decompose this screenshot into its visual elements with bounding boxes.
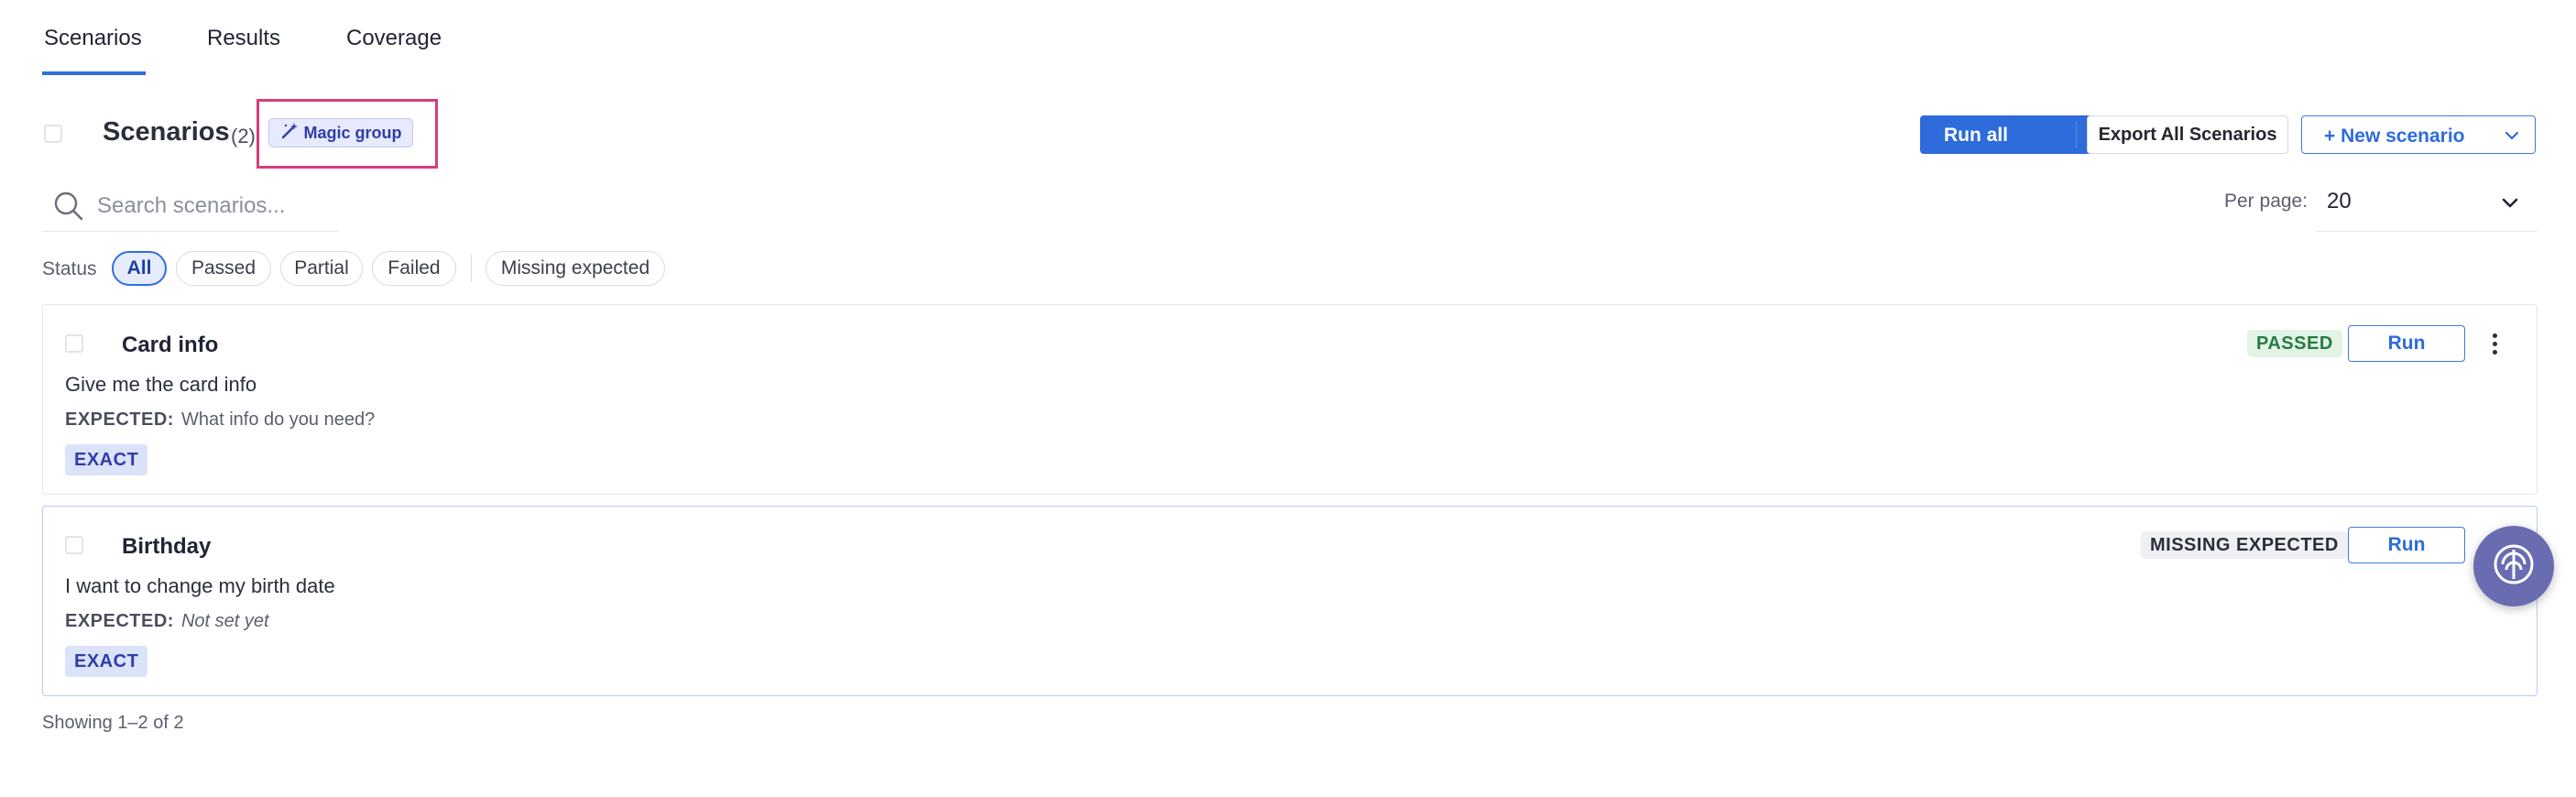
scenario-expected: EXPECTED: Not set yet: [65, 611, 269, 632]
tab-results[interactable]: Results: [207, 26, 280, 51]
active-tab-indicator: [42, 71, 146, 75]
filter-chip-partial[interactable]: Partial: [280, 251, 363, 286]
expected-key: EXPECTED:: [65, 611, 174, 631]
filter-chip-missing-expected[interactable]: Missing expected: [486, 251, 665, 286]
select-all-checkbox[interactable]: [44, 125, 62, 143]
scenario-count: (2): [231, 125, 256, 147]
scenario-title: Birthday: [122, 534, 212, 559]
expected-value: Not set yet: [180, 611, 269, 631]
expected-key: EXPECTED:: [65, 409, 174, 430]
per-page-value: 20: [2327, 189, 2352, 213]
filter-divider: [471, 255, 472, 282]
status-badge: MISSING EXPECTED: [2141, 531, 2348, 559]
support-chat-button[interactable]: [2473, 526, 2554, 606]
scenario-card[interactable]: Card info Give me the card info EXPECTED…: [42, 304, 2538, 495]
status-badge: PASSED: [2247, 330, 2342, 357]
tab-coverage[interactable]: Coverage: [346, 26, 442, 51]
scenario-checkbox[interactable]: [65, 334, 83, 353]
search-icon: [53, 191, 84, 226]
kebab-menu-icon[interactable]: [2485, 327, 2504, 360]
run-scenario-button[interactable]: Run: [2348, 527, 2465, 563]
scenario-expected: EXPECTED: What info do you need?: [65, 409, 375, 431]
scenario-checkbox[interactable]: [65, 536, 83, 554]
tab-scenarios[interactable]: Scenarios: [44, 26, 142, 51]
filter-chip-all[interactable]: All: [112, 251, 167, 286]
search-input[interactable]: [95, 189, 341, 224]
per-page-select[interactable]: 20: [2316, 180, 2538, 232]
scenario-title: Card info: [122, 333, 219, 357]
scenario-input: I want to change my birth date: [65, 574, 335, 597]
page-title: Scenarios: [103, 117, 230, 147]
match-type-badge: EXACT: [65, 444, 148, 475]
export-all-button[interactable]: Export All Scenarios: [2087, 115, 2288, 154]
scenario-input: Give me the card info: [65, 373, 257, 396]
expected-value: What info do you need?: [180, 409, 376, 430]
match-type-badge: EXACT: [65, 646, 148, 677]
chevron-down-icon[interactable]: [2502, 126, 2522, 151]
run-all-divider: [2076, 121, 2077, 148]
search-box: [42, 180, 341, 232]
status-filter-label: Status: [42, 258, 97, 279]
magic-wand-icon: [280, 122, 299, 145]
pagination-summary: Showing 1–2 of 2: [42, 713, 184, 733]
filter-chip-passed[interactable]: Passed: [176, 251, 271, 286]
support-chat-icon: [2490, 540, 2538, 593]
run-scenario-button[interactable]: Run: [2348, 325, 2465, 362]
magic-group-button[interactable]: Magic group: [268, 118, 413, 147]
per-page-label: Per page:: [2224, 191, 2309, 212]
run-all-label: Run all: [1944, 125, 2009, 146]
filter-chip-failed[interactable]: Failed: [372, 251, 456, 286]
new-scenario-button[interactable]: + New scenario: [2301, 115, 2536, 154]
magic-group-label: Magic group: [303, 123, 402, 142]
chevron-down-icon: [2497, 191, 2523, 221]
scenario-card[interactable]: Birthday I want to change my birth date …: [42, 506, 2538, 696]
new-scenario-label: + New scenario: [2324, 126, 2465, 147]
